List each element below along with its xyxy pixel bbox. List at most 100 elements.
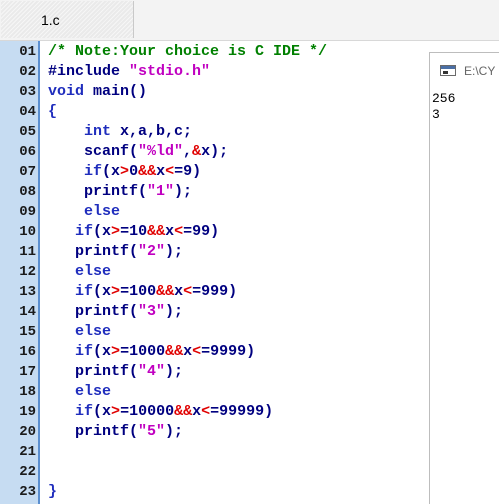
code-token: "stdio.h" [129, 63, 211, 80]
code-token: (x [102, 163, 121, 180]
code-token: printf( [48, 423, 139, 440]
line-number: 19 [19, 404, 36, 420]
code-text: printf("1"); [48, 182, 192, 202]
code-text: printf("5"); [48, 422, 183, 442]
code-token: "1" [147, 183, 175, 200]
code-token: =10000 [120, 403, 175, 420]
code-token: < [165, 163, 175, 180]
code-token: printf( [48, 183, 148, 200]
code-text: { [48, 102, 57, 122]
line-number: 12 [19, 264, 36, 280]
line-number: 06 [19, 144, 36, 160]
code-token: , [183, 143, 193, 160]
code-text: if(x>=1000&&x<=9999) [48, 342, 255, 362]
code-token: ); [165, 243, 184, 260]
code-line: 03 void main() [0, 82, 499, 102]
code-token: > [111, 223, 121, 240]
line-number: 02 [19, 64, 36, 80]
code-token: =99) [183, 223, 220, 240]
code-text: void main() [48, 82, 147, 102]
code-token: (x [93, 403, 112, 420]
code-line: 22 [0, 462, 499, 482]
line-number: 08 [19, 184, 36, 200]
code-editor[interactable]: 01 /* Note:Your choice is C IDE */ 02 #incl… [0, 41, 499, 504]
line-number: 13 [19, 284, 36, 300]
code-text: printf("2"); [48, 242, 183, 262]
tab-file[interactable]: 1.c [1, 1, 134, 38]
code-text: printf("3"); [48, 302, 183, 322]
code-token: } [48, 483, 58, 500]
code-token: x,a,b,c; [111, 123, 193, 140]
code-line: 02 #include "stdio.h" [0, 62, 499, 82]
code-token: (x [93, 223, 112, 240]
code-token: =9) [174, 163, 202, 180]
code-text: if(x>=10000&&x<=99999) [48, 402, 273, 422]
code-token: { [48, 103, 58, 120]
code-token: 0 [129, 163, 139, 180]
code-line: 17 printf("4"); [0, 362, 499, 382]
code-token: ); [165, 423, 184, 440]
code-text: printf("4"); [48, 362, 183, 382]
line-number: 17 [19, 364, 36, 380]
code-text: if(x>0&&x<=9) [48, 162, 201, 182]
code-token: else [75, 323, 112, 340]
code-line: 16 if(x>=1000&&x<=9999) [0, 342, 499, 362]
code-token: x [192, 403, 202, 420]
console-titlebar[interactable]: E:\CY [430, 53, 499, 88]
code-token: =1000 [120, 343, 166, 360]
code-token: "3" [138, 303, 166, 320]
tab-label: 1.c [41, 12, 60, 28]
code-line: 09 else [0, 202, 499, 222]
code-token: if [75, 283, 94, 300]
code-token: =99999) [210, 403, 274, 420]
line-number: 10 [19, 224, 36, 240]
line-number: 14 [19, 304, 36, 320]
code-line: 04 { [0, 102, 499, 122]
code-token: > [111, 403, 121, 420]
line-number: 09 [19, 204, 36, 220]
code-token: < [201, 403, 211, 420]
code-token: > [111, 343, 121, 360]
code-token: "%ld" [138, 143, 184, 160]
code-line: 08 printf("1"); [0, 182, 499, 202]
code-token: printf( [48, 243, 139, 260]
code-token: && [174, 403, 193, 420]
code-token: (x [93, 283, 112, 300]
code-text: /* Note:Your choice is C IDE */ [48, 42, 327, 62]
code-token: > [111, 283, 121, 300]
code-token: =999) [192, 283, 238, 300]
code-text: } [48, 482, 57, 502]
code-token: ); [165, 303, 184, 320]
code-text: else [48, 382, 111, 402]
code-line: 01 /* Note:Your choice is C IDE */ [0, 42, 499, 62]
code-line: 18 else [0, 382, 499, 402]
code-token: if [75, 343, 94, 360]
code-token: else [75, 263, 112, 280]
code-line: 15 else [0, 322, 499, 342]
code-text: scanf("%ld",&x); [48, 142, 228, 162]
code-token: else [84, 203, 121, 220]
code-token: < [183, 283, 193, 300]
code-token: =10 [120, 223, 148, 240]
code-token: < [174, 223, 184, 240]
code-token: x [174, 283, 184, 300]
code-text: if(x>=10&&x<=99) [48, 222, 219, 242]
line-number: 01 [19, 44, 36, 60]
code-token: int [84, 123, 112, 140]
line-number: 03 [19, 84, 36, 100]
code-text: if(x>=100&&x<=999) [48, 282, 237, 302]
code-token: ); [174, 183, 193, 200]
console-window[interactable]: E:\CY 256 3 [429, 52, 499, 504]
code-token: x [165, 223, 175, 240]
code-line: 12 else [0, 262, 499, 282]
code-token: if [75, 403, 94, 420]
code-token: && [147, 223, 166, 240]
code-line: 11 printf("2"); [0, 242, 499, 262]
